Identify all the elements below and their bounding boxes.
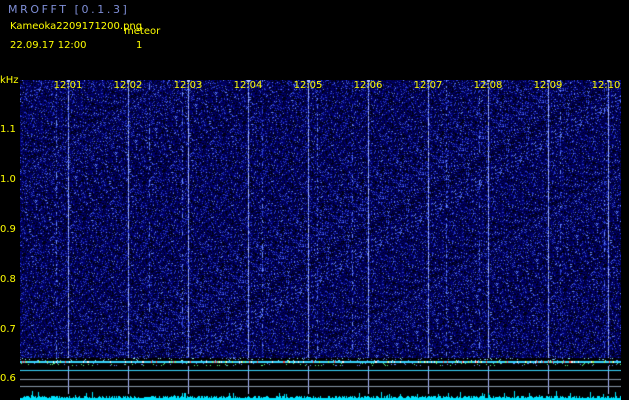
x-tick-label: 12:10 bbox=[591, 80, 621, 91]
file-name: Kameoka2209171200.png bbox=[10, 21, 143, 32]
y-tick-label: 0.8 bbox=[0, 274, 16, 285]
y-tick-label: 0.7 bbox=[0, 324, 16, 335]
y-tick-label: 0.6 bbox=[0, 373, 16, 384]
x-tick-label: 12:03 bbox=[173, 80, 203, 91]
x-tick-label: 12:06 bbox=[353, 80, 383, 91]
x-tick-label: 12:08 bbox=[473, 80, 503, 91]
x-tick-label: 12:04 bbox=[233, 80, 263, 91]
app-title: MROFFT [0.1.3] bbox=[8, 3, 130, 16]
x-tick-label: 12:09 bbox=[533, 80, 563, 91]
y-tick-label: 1.0 bbox=[0, 174, 16, 185]
y-unit-label: kHz bbox=[0, 75, 19, 86]
x-tick-label: 12:07 bbox=[413, 80, 443, 91]
y-tick-label: 1.1 bbox=[0, 124, 16, 135]
date-time: 22.09.17 12:00 bbox=[10, 40, 87, 51]
meteor-count: 1 bbox=[136, 40, 143, 51]
x-tick-label: 12:01 bbox=[53, 80, 83, 91]
meteor-label: meteor bbox=[124, 26, 161, 37]
y-tick-label: 0.9 bbox=[0, 224, 16, 235]
spectrogram bbox=[20, 80, 621, 400]
x-tick-label: 12:02 bbox=[113, 80, 143, 91]
x-tick-label: 12:05 bbox=[293, 80, 323, 91]
